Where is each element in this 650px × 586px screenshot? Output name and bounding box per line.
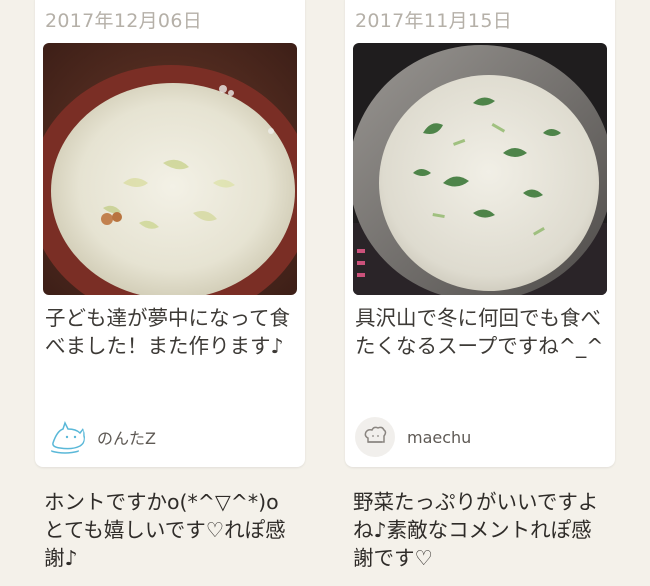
review-date: 2017年11月15日 [355,10,513,32]
review-card[interactable]: 2017年11月15日 具沢山で冬に何回でも食べたくなるスープですね^_^ ma… [345,0,615,467]
reviewer[interactable]: maechu [355,417,471,457]
soup-bowl-image [43,43,297,295]
review-photo[interactable] [353,43,607,295]
cat-sketch-icon [45,417,85,457]
review-date: 2017年12月06日 [45,10,203,32]
author-reply: ホントですかo(*^▽^*)oとても嬉しいです♡れぽ感謝♪ [44,490,286,570]
review-card[interactable]: 2017年12月06日 子ども達が夢中になって食べました！また作ります♪ のんた… [35,0,305,467]
reviewer-name[interactable]: のんたZ [97,425,156,449]
author-reply: 野菜たっぷりがいいですよね♪素敵なコメントれぽ感謝です♡ [353,490,599,570]
review-photo[interactable] [43,43,297,295]
soup-pot-image [353,43,607,295]
reviewer[interactable]: のんたZ [45,417,156,457]
review-comment: 具沢山で冬に何回でも食べたくなるスープですね^_^ [355,306,604,358]
chef-hat-icon [355,417,395,457]
review-comment: 子ども達が夢中になって食べました！また作ります♪ [45,306,290,358]
reviewer-name[interactable]: maechu [407,428,471,447]
